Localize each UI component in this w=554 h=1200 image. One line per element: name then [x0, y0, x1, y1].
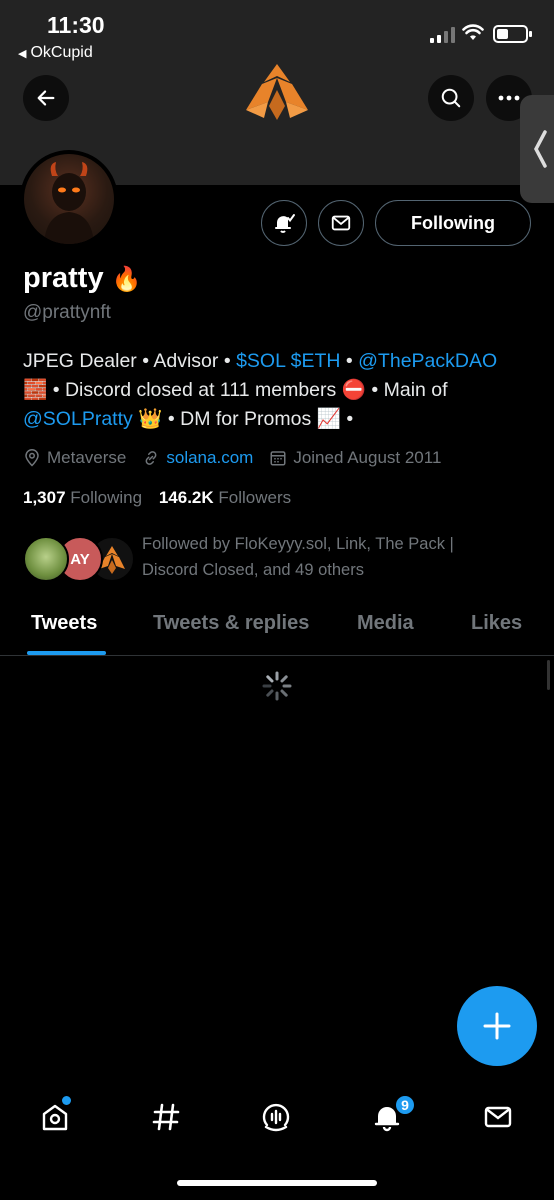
following-count: 1,307: [23, 488, 66, 507]
plus-icon: [483, 1012, 511, 1040]
nav-explore[interactable]: [143, 1094, 189, 1140]
profile-bio: JPEG Dealer • Advisor • $SOL $ETH • @The…: [23, 347, 543, 434]
home-icon: [42, 1104, 68, 1131]
website-link[interactable]: solana.com: [166, 448, 253, 468]
following-label: Following: [70, 488, 143, 507]
cellular-signal-icon: [430, 27, 455, 43]
envelope-icon: [484, 1106, 512, 1128]
message-button[interactable]: [318, 200, 364, 246]
nav-notifications[interactable]: 9: [364, 1094, 416, 1140]
link-icon: [145, 451, 157, 465]
nav-messages[interactable]: [475, 1094, 521, 1140]
back-triangle-icon: ◀: [18, 48, 27, 60]
bio-text: JPEG Dealer • Advisor •: [23, 350, 237, 372]
bio-mention-solpratty[interactable]: @SOLPratty: [23, 408, 133, 430]
followers-count-link[interactable]: 146.2K Followers: [159, 488, 291, 507]
status-bar: 11:30 ◀ OkCupid: [0, 0, 554, 70]
back-app-label: OkCupid: [30, 44, 93, 61]
notifications-toggle-button[interactable]: [261, 200, 307, 246]
demon-figure-icon: [44, 162, 94, 244]
home-indicator[interactable]: [177, 1180, 377, 1186]
followed-by-text[interactable]: Followed by FloKeyyy.sol, Link, The Pack…: [142, 531, 502, 583]
nav-spaces[interactable]: [253, 1094, 299, 1140]
notifications-badge: 9: [394, 1094, 416, 1116]
profile-handle: @prattynft: [23, 302, 111, 323]
bio-text: •: [340, 408, 354, 430]
tab-tweets[interactable]: Tweets: [31, 612, 97, 635]
followers-count: 146.2K: [158, 488, 214, 507]
back-button[interactable]: [23, 75, 69, 121]
bio-text: • DM for Promos: [162, 408, 317, 430]
compose-tweet-button[interactable]: [457, 986, 537, 1066]
hashtag-icon: [152, 1103, 180, 1131]
tab-media[interactable]: Media: [357, 612, 414, 635]
profile-tabs: Tweets Tweets & replies Media Likes: [0, 598, 554, 656]
location-text: Metaverse: [47, 448, 127, 467]
profile-meta: Metaverse solana.com Joined August 2011: [23, 448, 457, 468]
followers-label: Followers: [218, 488, 292, 507]
status-time: 11:30: [47, 12, 105, 38]
back-arrow-icon: [37, 90, 55, 106]
bio-emoji-crown: 👑: [132, 408, 163, 430]
scrollbar[interactable]: [547, 660, 550, 690]
search-icon: [441, 88, 461, 108]
avatar-image: [24, 154, 114, 244]
more-icon: [498, 95, 520, 101]
back-to-app-link[interactable]: ◀ OkCupid: [18, 44, 93, 62]
bio-separator: •: [340, 350, 359, 372]
battery-icon: [493, 25, 532, 43]
search-button[interactable]: [428, 75, 474, 121]
bio-text: • Main of: [365, 379, 448, 401]
spaces-icon: [262, 1103, 290, 1132]
website-item[interactable]: solana.com: [142, 448, 253, 468]
chevron-left-icon: [534, 130, 547, 168]
active-tab-indicator: [27, 651, 106, 655]
side-pull-tab[interactable]: [520, 95, 554, 203]
calendar-icon: [270, 451, 286, 466]
follow-counts: 1,307 Following 146.2K Followers: [23, 488, 291, 508]
bio-cashtags-link[interactable]: $SOL $ETH: [236, 350, 340, 372]
follower-avatar-1: [23, 536, 69, 582]
bell-check-icon: [275, 214, 295, 233]
joined-item: Joined August 2011: [269, 448, 441, 468]
profile-name-emoji: 🔥: [111, 266, 142, 293]
profile-name-text: pratty: [23, 262, 104, 294]
location-icon: [25, 449, 39, 467]
mail-icon: [331, 215, 351, 231]
following-count-link[interactable]: 1,307 Following: [23, 488, 142, 507]
joined-text: Joined August 2011: [293, 448, 442, 467]
wifi-icon: [462, 24, 484, 40]
spinner-icon: [262, 671, 292, 701]
followed-by-avatars[interactable]: AY: [23, 536, 135, 586]
bottom-navigation: 9: [0, 1084, 554, 1154]
bio-emoji-bricks: 🧱: [23, 379, 48, 401]
bio-emoji-chart: 📈: [316, 408, 341, 430]
tab-tweets-and-replies[interactable]: Tweets & replies: [153, 612, 309, 635]
profile-avatar[interactable]: [20, 150, 118, 248]
following-button[interactable]: Following: [375, 200, 531, 246]
home-unread-dot: [62, 1096, 71, 1105]
bio-emoji-no-entry: ⛔: [341, 379, 366, 401]
nav-home[interactable]: [32, 1094, 78, 1140]
tab-likes[interactable]: Likes: [471, 612, 522, 635]
bio-text: • Discord closed at 111 members: [47, 379, 342, 401]
profile-name: pratty 🔥: [23, 262, 142, 295]
bio-mention-thepackdao[interactable]: @ThePackDAO: [358, 350, 497, 372]
logo-icon: [246, 64, 308, 120]
location-item: Metaverse: [23, 448, 126, 468]
